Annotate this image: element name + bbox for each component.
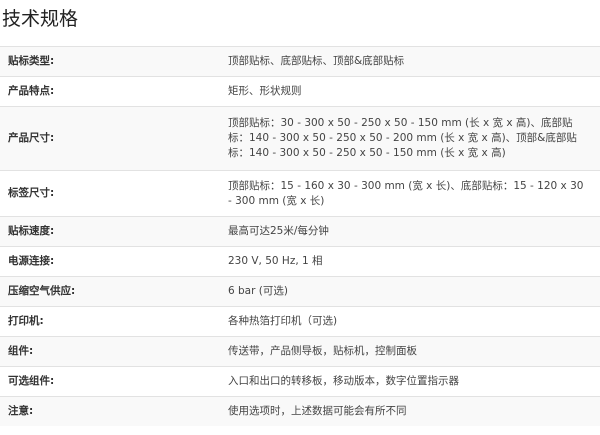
spec-row-components: 组件: 传送带，产品侧导板，贴标机，控制面板 xyxy=(0,336,600,366)
spec-value: 使用选项时，上述数据可能会有所不同 xyxy=(228,405,407,417)
spec-row-optional-components: 可选组件: 入口和出口的转移板，移动版本，数字位置指示器 xyxy=(0,366,600,396)
spec-value: 顶部贴标、底部贴标、顶部&底部贴标 xyxy=(228,55,405,67)
spec-label: 产品尺寸: xyxy=(8,132,55,144)
spec-row-label-type: 贴标类型: 顶部贴标、底部贴标、顶部&底部贴标 xyxy=(0,46,600,76)
spec-value: 入口和出口的转移板，移动版本，数字位置指示器 xyxy=(228,375,459,387)
spec-value: 传送带，产品侧导板，贴标机，控制面板 xyxy=(228,345,417,357)
spec-row-speed: 贴标速度: 最高可达25米/每分钟 xyxy=(0,216,600,246)
spec-table: 贴标类型: 顶部贴标、底部贴标、顶部&底部贴标 产品特点: 矩形、形状规则 产品… xyxy=(0,46,600,426)
spec-value: 各种热箔打印机（可选) xyxy=(228,315,338,327)
spec-value: 顶部贴标：15 - 160 x 30 - 300 mm (宽 x 长)、底部贴标… xyxy=(228,179,584,207)
spec-row-label-size: 标签尺寸: 顶部贴标：15 - 160 x 30 - 300 mm (宽 x 长… xyxy=(0,170,600,216)
spec-label: 压缩空气供应: xyxy=(8,285,76,297)
spec-row-product-size: 产品尺寸: 顶部贴标：30 - 300 x 50 - 250 x 50 - 15… xyxy=(0,106,600,170)
spec-value: 最高可达25米/每分钟 xyxy=(228,225,329,237)
page-title: 技术规格 xyxy=(2,8,79,30)
spec-value: 矩形、形状规则 xyxy=(228,85,302,97)
spec-label: 贴标类型: xyxy=(8,55,55,67)
spec-row-power: 电源连接: 230 V, 50 Hz, 1 相 xyxy=(0,246,600,276)
spec-label: 电源连接: xyxy=(8,255,55,267)
spec-label: 打印机: xyxy=(8,315,44,327)
spec-label: 组件: xyxy=(8,345,34,357)
spec-label: 贴标速度: xyxy=(8,225,55,237)
spec-label: 标签尺寸: xyxy=(8,187,55,199)
spec-label: 产品特点: xyxy=(8,85,55,97)
spec-label: 可选组件: xyxy=(8,375,55,387)
spec-value: 230 V, 50 Hz, 1 相 xyxy=(228,255,323,267)
spec-row-product-features: 产品特点: 矩形、形状规则 xyxy=(0,76,600,106)
spec-row-compressed-air: 压缩空气供应: 6 bar (可选) xyxy=(0,276,600,306)
spec-label: 注意: xyxy=(8,405,34,417)
spec-value: 顶部贴标：30 - 300 x 50 - 250 x 50 - 150 mm (… xyxy=(228,117,577,159)
spec-row-printer: 打印机: 各种热箔打印机（可选) xyxy=(0,306,600,336)
spec-row-note: 注意: 使用选项时，上述数据可能会有所不同 xyxy=(0,396,600,426)
spec-value: 6 bar (可选) xyxy=(228,285,288,297)
